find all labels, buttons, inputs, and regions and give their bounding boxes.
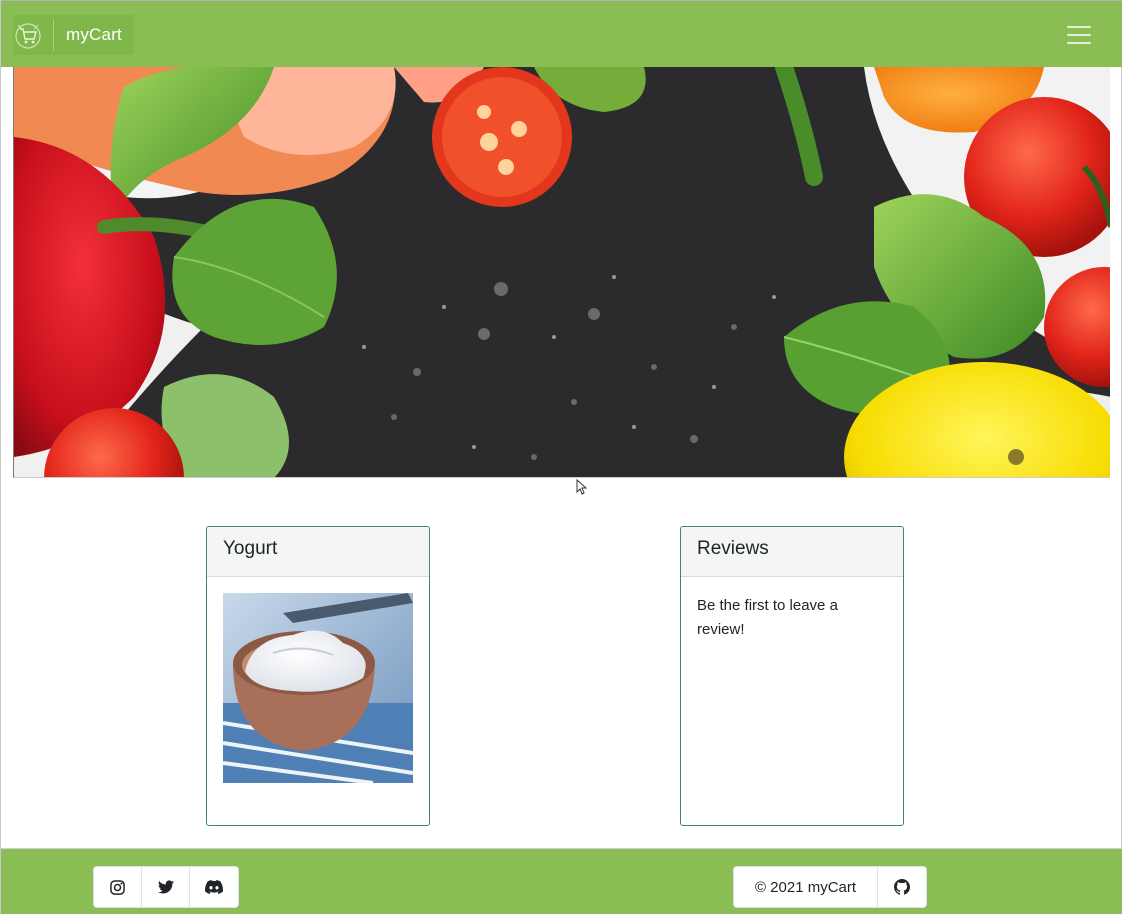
reviews-title: Reviews <box>681 527 903 577</box>
brand-link[interactable]: myCart <box>13 15 134 55</box>
brand-divider <box>53 19 54 51</box>
github-button[interactable] <box>878 867 926 907</box>
reviews-empty-message: Be the first to leave a review! <box>697 597 838 638</box>
instagram-icon <box>110 879 125 895</box>
navbar: myCart <box>1 0 1122 67</box>
yogurt-bowl-image[interactable] <box>223 593 413 783</box>
discord-button[interactable] <box>190 867 238 907</box>
footer: © 2021 myCart <box>1 848 1122 914</box>
github-icon <box>894 879 910 895</box>
hero-banner <box>13 67 1110 478</box>
social-links-group <box>93 866 239 908</box>
reviews-card-body: Be the first to leave a review! <box>681 577 903 658</box>
vegetables-banner-image <box>14 67 1110 477</box>
hamburger-menu-button[interactable] <box>1064 22 1094 48</box>
hamburger-line <box>1067 34 1091 36</box>
cart-logo-icon <box>15 23 41 49</box>
brand-name: myCart <box>66 25 122 44</box>
twitter-button[interactable] <box>142 867 190 907</box>
copyright-text: © 2021 myCart <box>734 867 878 907</box>
product-card-body <box>207 577 429 799</box>
instagram-button[interactable] <box>94 867 142 907</box>
product-title: Yogurt <box>207 527 429 577</box>
hamburger-line <box>1067 42 1091 44</box>
reviews-card: Reviews Be the first to leave a review! <box>680 526 904 826</box>
twitter-icon <box>157 880 174 894</box>
hamburger-line <box>1067 26 1091 28</box>
discord-icon <box>205 880 223 894</box>
copyright-group: © 2021 myCart <box>733 866 927 908</box>
product-card: Yogurt <box>206 526 430 826</box>
mouse-cursor-icon <box>576 479 587 495</box>
